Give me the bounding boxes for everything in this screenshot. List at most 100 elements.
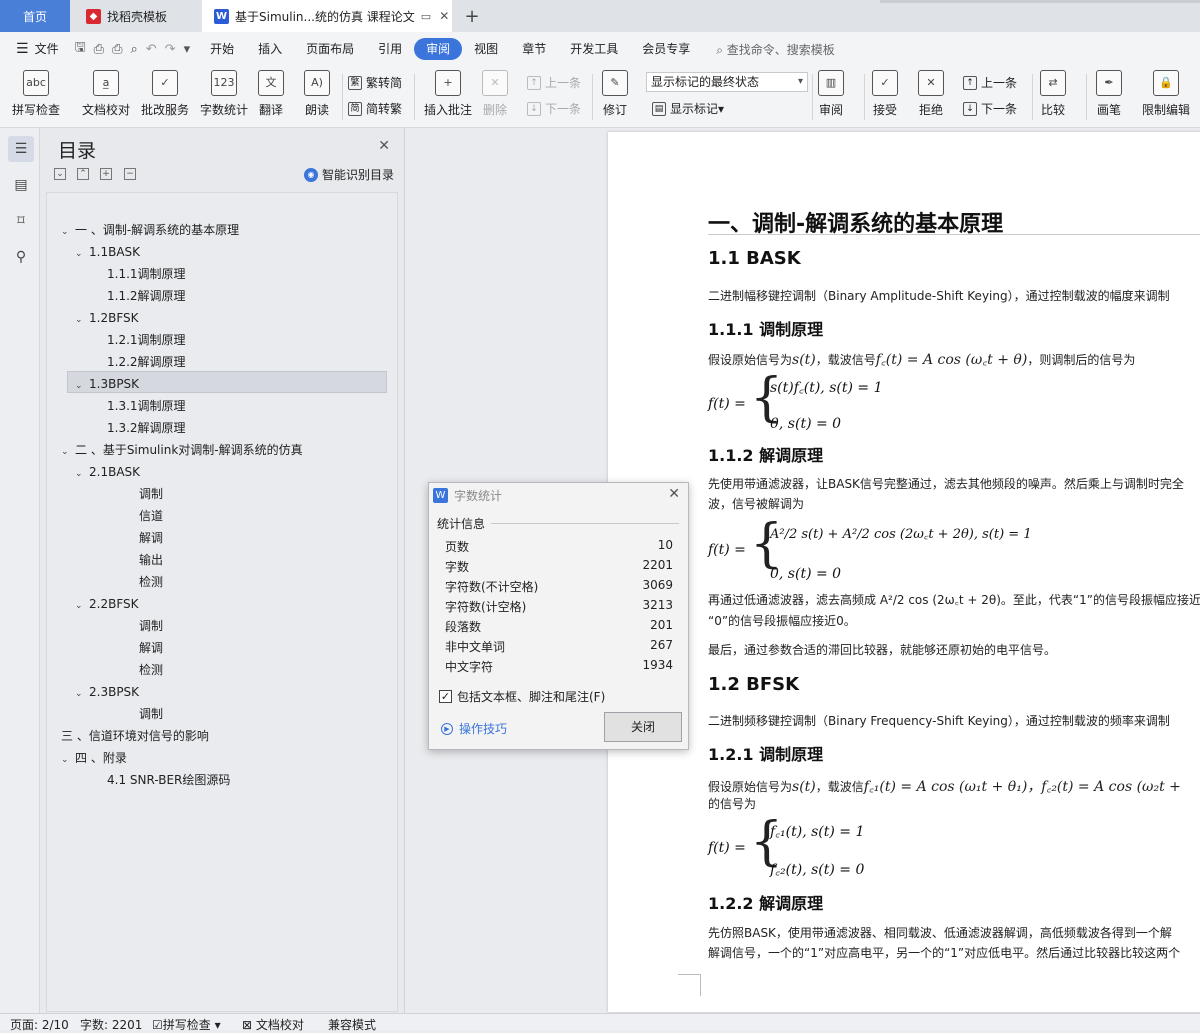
menu-item-7[interactable]: 开发工具 [558,38,630,60]
include-textbox-checkbox[interactable]: ✓ 包括文本框、脚注和尾注(F) [439,688,605,705]
toc-item[interactable]: 1.3.2解调原理 [107,417,186,439]
preview-icon[interactable]: ⌕ [130,42,137,57]
track-changes-button[interactable]: ✎ 修订 [602,70,628,118]
toc-item[interactable]: ⌄ 一 、调制-解调系统的基本原理 [61,219,239,241]
toc-item[interactable]: ⌄ 1.2BFSK [75,307,139,329]
word-count-button[interactable]: 123 字数统计 [200,70,248,118]
menu-item-4[interactable]: 审阅 [414,38,463,60]
reject-button[interactable]: ✕ 拒绝 [918,70,944,118]
toc-item[interactable]: 信道 [139,505,163,527]
chevron-down-icon[interactable]: ⌄ [75,375,89,397]
toc-item[interactable]: ⌄ 四 、附录 [61,747,127,769]
bookmark-icon[interactable]: ⌑ [8,208,34,234]
toc-item[interactable]: 检测 [139,659,163,681]
spellcheck-status[interactable]: ☑拼写检查 ▾ [152,1016,221,1033]
chapter-nav-icon[interactable]: ▤ [8,172,34,198]
more-icon[interactable]: ▾ [184,42,191,57]
undo-icon[interactable]: ↶ [146,42,157,57]
print-icon[interactable]: ⎙ [112,42,122,57]
chevron-down-icon[interactable]: ⌄ [75,683,89,705]
chevron-down-icon[interactable]: ⌄ [75,243,89,265]
read-aloud-button[interactable]: A) 朗读 [304,70,330,118]
export-icon[interactable]: ⎙ [94,42,104,57]
toc-item[interactable]: 1.1.2解调原理 [107,285,186,307]
toc-item[interactable]: 解调 [139,637,163,659]
insert-comment-button[interactable]: + 插入批注 [424,70,472,118]
chevron-down-icon[interactable]: ⌄ [75,595,89,617]
save-icon[interactable]: 🖫 [75,38,86,60]
menu-item-6[interactable]: 章节 [510,38,558,60]
show-markup-button[interactable]: ▤ 显示标记 ▾ [652,100,724,117]
menu-item-8[interactable]: 会员专享 [630,38,702,60]
dialog-titlebar[interactable]: W 字数统计 [429,483,688,507]
chevron-down-icon[interactable]: ⌄ [75,309,89,331]
translate-button[interactable]: 文翻译 [258,70,284,118]
expand-level-icon[interactable]: ⌃ [77,168,89,180]
menu-item-0[interactable]: 开始 [198,38,246,60]
tab-close-icon[interactable]: ✕ [439,9,449,23]
word-count-indicator[interactable]: 字数: 2201 [80,1016,142,1033]
toc-item[interactable]: ⌄ 2.2BFSK [75,593,139,615]
collapse-all-icon[interactable]: − [124,168,136,180]
toc-item[interactable]: 1.2.1调制原理 [107,329,186,351]
prev-change-button[interactable]: ↑ 上一条 [963,74,1017,91]
menu-item-3[interactable]: 引用 [366,38,414,60]
toc-item[interactable]: 4.1 SNR-BER绘图源码 [107,769,230,791]
redo-icon[interactable]: ↷ [165,42,176,57]
chevron-down-icon[interactable]: ⌄ [61,221,75,243]
chevron-down-icon[interactable]: ⌄ [61,749,75,771]
document-page[interactable]: 一、调制-解调系统的基本原理 1.1 BASK 二进制幅移键控调制（Binary… [608,132,1200,1012]
compare-button[interactable]: ⇄ 比较 [1040,70,1066,118]
tips-link[interactable]: ▶ 操作技巧 [441,720,507,737]
tab-monitor-icon[interactable]: ▭ [421,10,431,23]
new-tab-button[interactable]: + [460,0,484,32]
toc-item[interactable]: ⌄ 1.1BASK [75,241,140,263]
review-pane-button[interactable]: ▥ 审阅 [818,70,844,118]
toc-item[interactable]: ⌄ 1.3BPSK [75,373,139,395]
find-icon[interactable]: ⚲ [8,244,34,270]
toc-item[interactable]: ⌄ 2.3BPSK [75,681,139,703]
smart-toc-button[interactable]: ◉ 智能识别目录 [303,166,394,183]
command-search[interactable]: ⌕ 查找命令、搜索模板 [716,41,835,58]
delete-comment-button[interactable]: ✕ 删除 [482,70,508,118]
simp-to-trad-button[interactable]: 简简转繁 [348,100,402,117]
menu-file[interactable]: 文件 [29,38,71,60]
expand-all-icon[interactable]: + [100,168,112,180]
revise-service-button[interactable]: ✓ 批改服务 [141,70,189,118]
next-change-button[interactable]: ↓ 下一条 [963,100,1017,117]
pen-button[interactable]: ✒ 画笔 [1096,70,1122,118]
spellcheck-button[interactable]: abc 拼写检查 [12,70,60,118]
toc-close-icon[interactable]: ✕ [378,138,390,154]
tab-document[interactable]: W 基于Simulin...统的仿真 课程论文 ▭ ✕ [202,0,452,32]
accept-button[interactable]: ✓ 接受 [872,70,898,118]
toc-item[interactable]: 三 、信道环境对信号的影响 [61,725,209,747]
tab-template[interactable]: ◆ 找稻壳模板 [74,0,198,32]
proof-status[interactable]: ⊠ 文档校对 [242,1016,304,1033]
prev-comment-button[interactable]: ↑ 上一条 [527,74,581,91]
dialog-close-icon[interactable]: ✕ [668,486,680,502]
hamburger-icon[interactable]: ☰ [16,41,29,57]
doc-proof-button[interactable]: a̲ 文档校对 [82,70,130,118]
restrict-edit-button[interactable]: 🔒 限制编辑 [1142,70,1190,118]
toc-item[interactable]: 1.1.1调制原理 [107,263,186,285]
toc-item[interactable]: 1.3.1调制原理 [107,395,186,417]
toc-item[interactable]: 解调 [139,527,163,549]
next-comment-button[interactable]: ↓ 下一条 [527,100,581,117]
menu-item-1[interactable]: 插入 [246,38,294,60]
tab-home[interactable]: 首页 [0,0,70,32]
menu-item-5[interactable]: 视图 [462,38,510,60]
chevron-down-icon[interactable]: ⌄ [75,463,89,485]
toc-item[interactable]: 检测 [139,571,163,593]
toc-item[interactable]: ⌄ 2.1BASK [75,461,140,483]
chevron-down-icon[interactable]: ⌄ [61,441,75,463]
close-button[interactable]: 关闭 [604,712,682,742]
toc-item[interactable]: 调制 [139,615,163,637]
toc-panel-icon[interactable]: ☰ [8,136,34,162]
markup-state-select[interactable]: 显示标记的最终状态 [646,72,808,92]
trad-to-simp-button[interactable]: 繁繁转简 [348,74,402,91]
toc-item[interactable]: 调制 [139,483,163,505]
toc-item[interactable]: ⌄ 二 、基于Simulink对调制-解调系统的仿真 [61,439,303,461]
menu-item-2[interactable]: 页面布局 [294,38,366,60]
collapse-level-icon[interactable]: ⌄ [54,168,66,180]
toc-item[interactable]: 1.2.2解调原理 [107,351,186,373]
